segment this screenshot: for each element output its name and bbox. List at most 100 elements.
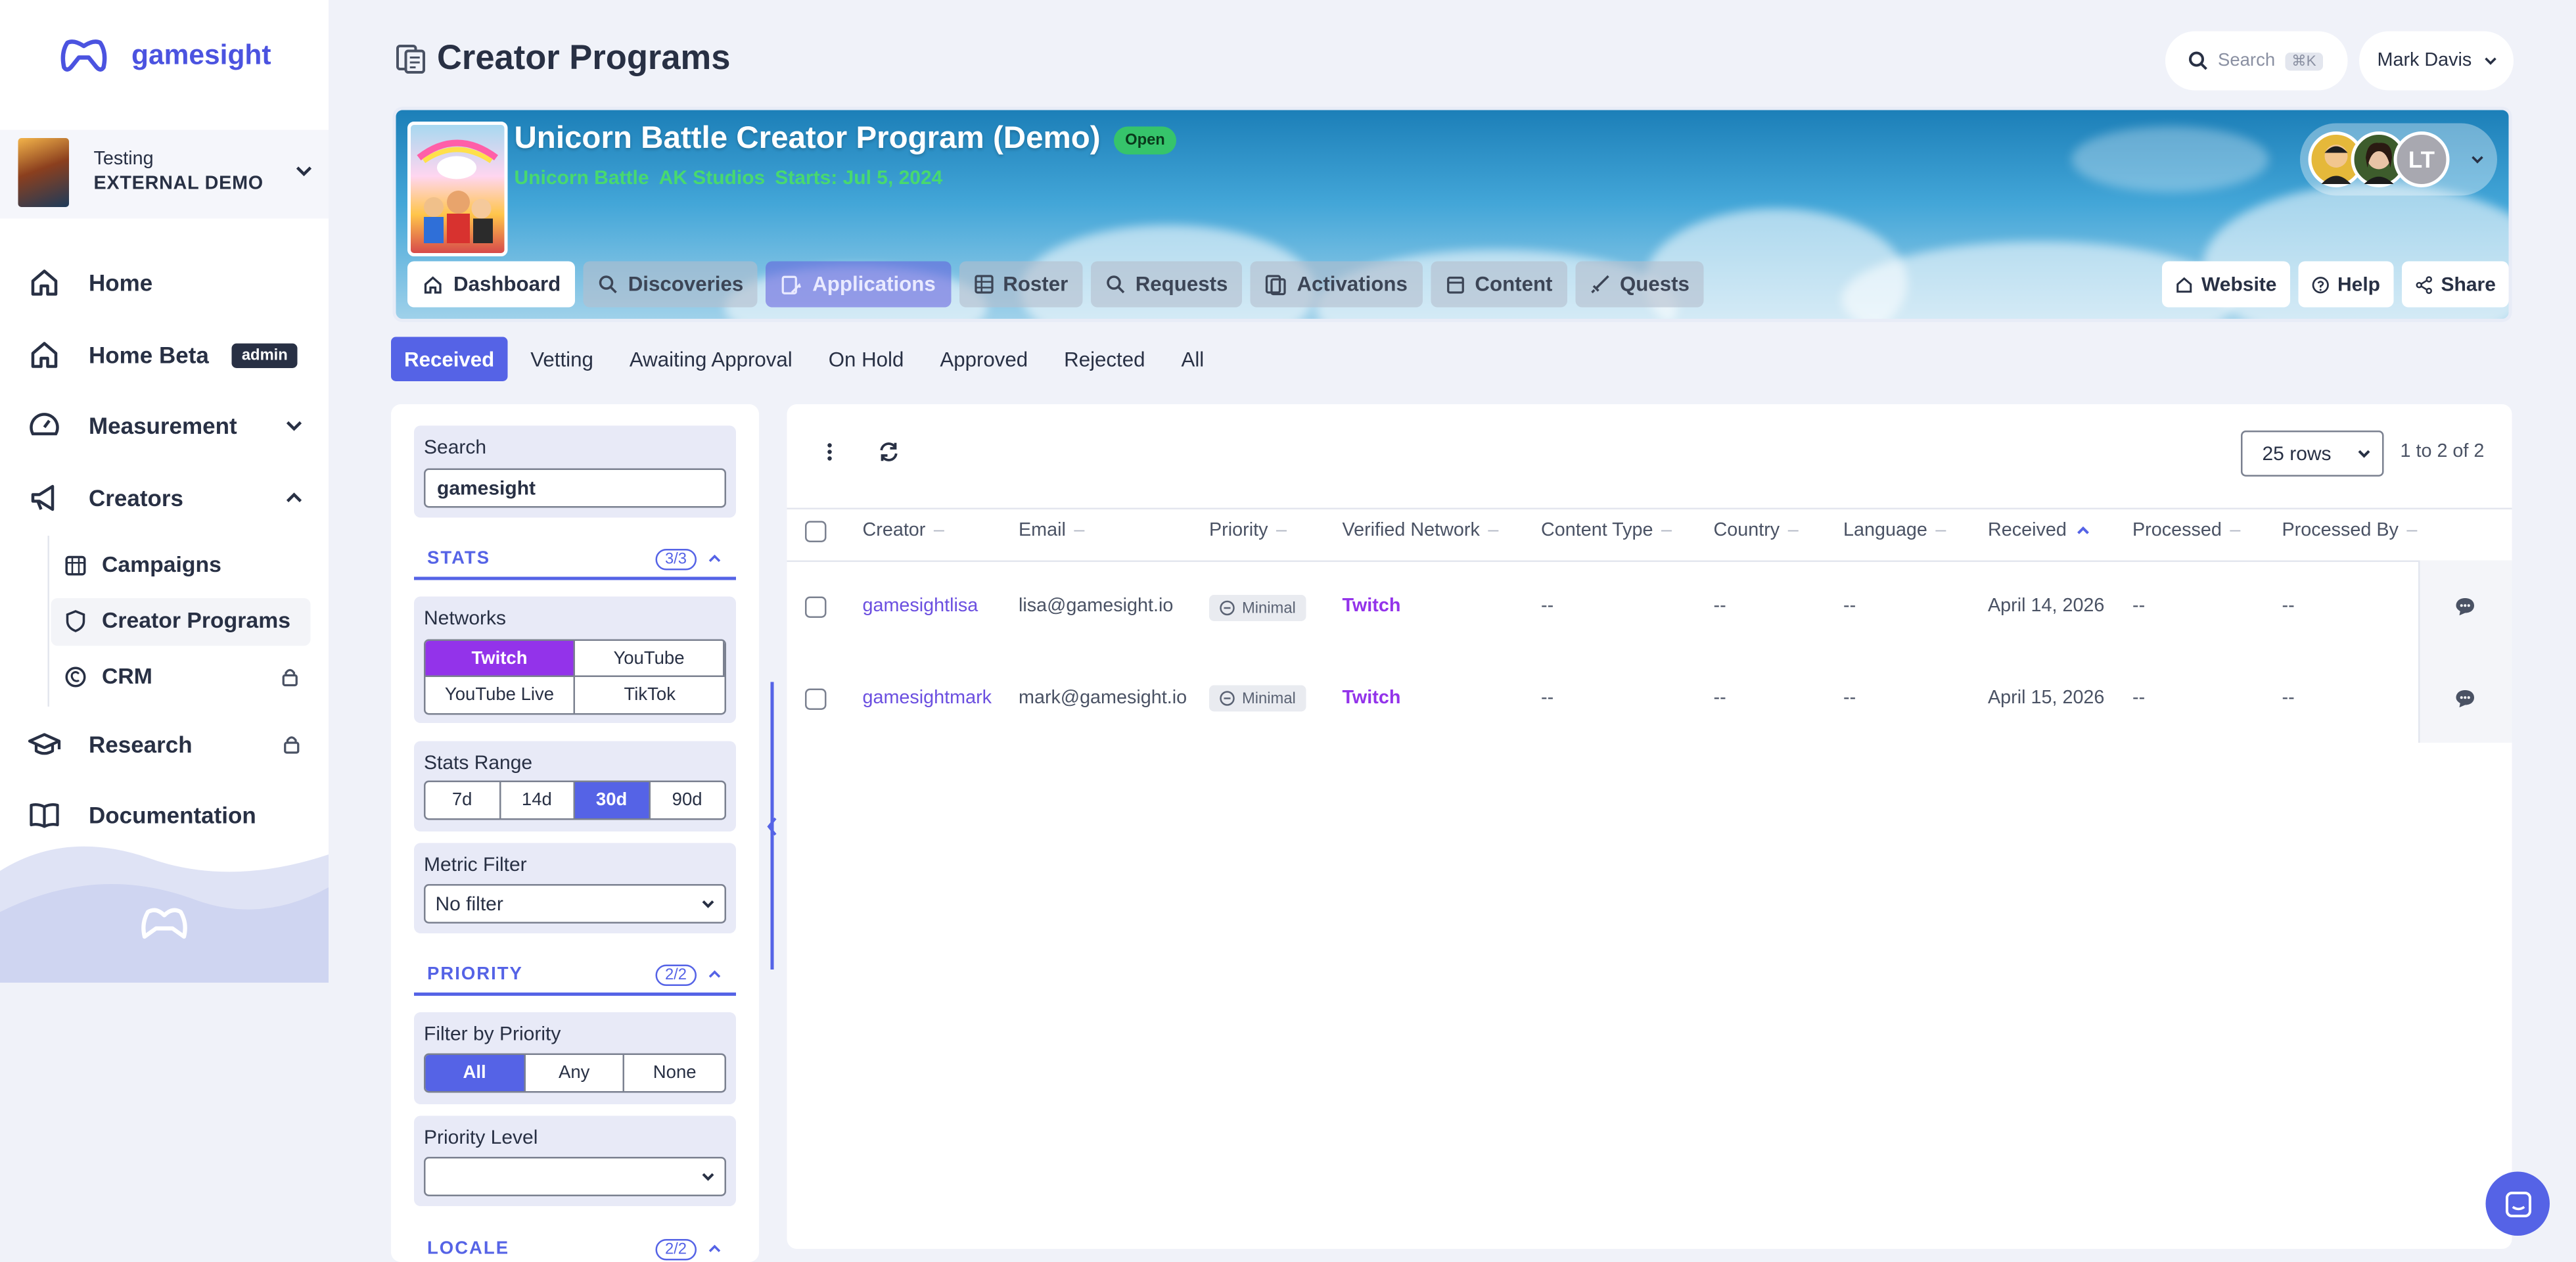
- search-filter-input[interactable]: gamesight: [424, 468, 726, 508]
- network-cell[interactable]: Twitch: [1343, 597, 1401, 617]
- status-tab-all[interactable]: All: [1168, 337, 1218, 382]
- network-cell[interactable]: Twitch: [1343, 689, 1401, 709]
- priority-badge[interactable]: Minimal: [1209, 685, 1306, 712]
- network-youtube-live[interactable]: YouTube Live: [426, 677, 575, 713]
- tab-activations[interactable]: Activations: [1251, 261, 1423, 308]
- priority-badge[interactable]: Minimal: [1209, 595, 1306, 621]
- column-processed[interactable]: Processed –: [2132, 521, 2240, 541]
- column-received[interactable]: Received: [1988, 521, 2091, 541]
- more-vertical-icon[interactable]: [825, 440, 835, 463]
- chevron-down-icon[interactable]: [294, 163, 314, 179]
- nav-research-label: Research: [89, 731, 193, 758]
- status-tab-vetting[interactable]: Vetting: [517, 337, 607, 382]
- nav-creator-programs[interactable]: Creator Programs: [64, 608, 290, 633]
- chevron-up-icon: [708, 1244, 721, 1252]
- metric-filter-select[interactable]: No filter: [424, 884, 726, 923]
- tab-dashboard[interactable]: Dashboard: [407, 261, 576, 308]
- refresh-icon[interactable]: [877, 440, 900, 463]
- brand-logo[interactable]: gamesight: [59, 36, 271, 76]
- creator-link[interactable]: gamesightmark: [863, 689, 992, 709]
- stats-section-header[interactable]: STATS 3/3: [414, 541, 736, 580]
- nav-measurement[interactable]: Measurement: [28, 409, 304, 442]
- support-chat-button[interactable]: [2485, 1171, 2550, 1236]
- status-tab-awaiting-approval[interactable]: Awaiting Approval: [616, 337, 806, 382]
- column-priority[interactable]: Priority –: [1209, 521, 1287, 541]
- comment-icon[interactable]: [2454, 597, 2476, 617]
- status-badge: Open: [1113, 126, 1177, 154]
- nav-crm[interactable]: CRM: [64, 664, 300, 689]
- column-processed-by[interactable]: Processed By –: [2282, 521, 2418, 541]
- share-button[interactable]: Share: [2401, 261, 2509, 308]
- comment-icon[interactable]: [2454, 689, 2476, 709]
- user-name: Mark Davis: [2377, 51, 2472, 71]
- nav-documentation[interactable]: Documentation: [28, 799, 256, 831]
- website-button[interactable]: Website: [2162, 261, 2290, 308]
- row-checkbox[interactable]: [805, 688, 827, 710]
- help-button[interactable]: Help: [2297, 261, 2394, 308]
- column-content-type[interactable]: Content Type –: [1541, 521, 1672, 541]
- tab-applications[interactable]: Applications: [766, 261, 951, 308]
- column-country[interactable]: Country –: [1714, 521, 1799, 541]
- chevron-down-icon: [2472, 156, 2483, 164]
- priority-all[interactable]: All: [425, 1055, 526, 1091]
- tab-quests[interactable]: Quests: [1575, 261, 1705, 308]
- stats-section-title: STATS: [427, 549, 491, 569]
- tab-requests[interactable]: Requests: [1091, 261, 1243, 308]
- column-creator[interactable]: Creator –: [863, 521, 944, 541]
- pagination-info: 1 to 2 of 2: [2400, 442, 2485, 462]
- unicorn-battle-art: [417, 139, 498, 243]
- priority-count: 2/2: [655, 964, 697, 985]
- team-avatars[interactable]: LT: [2300, 123, 2497, 196]
- range-90d[interactable]: 90d: [650, 782, 725, 818]
- rows-per-page-select[interactable]: 25 rows: [2241, 431, 2384, 477]
- nav-campaigns[interactable]: Campaigns: [64, 552, 221, 577]
- priority-none[interactable]: None: [625, 1055, 725, 1091]
- row-checkbox[interactable]: [805, 596, 827, 618]
- user-menu[interactable]: Mark Davis: [2359, 31, 2514, 91]
- column-verified-network[interactable]: Verified Network –: [1343, 521, 1499, 541]
- nav-home[interactable]: Home: [28, 266, 152, 299]
- tab-content[interactable]: Content: [1430, 261, 1567, 308]
- creator-link[interactable]: gamesightlisa: [863, 597, 978, 617]
- priority-label: Minimal: [1242, 599, 1296, 617]
- priority-level-select[interactable]: [424, 1157, 726, 1196]
- network-tiktok[interactable]: TikTok: [575, 677, 725, 713]
- nav-creator-programs-label: Creator Programs: [102, 608, 290, 633]
- status-tab-approved[interactable]: Approved: [927, 337, 1041, 382]
- status-tab-on-hold[interactable]: On Hold: [816, 337, 917, 382]
- chevron-down-icon: [286, 421, 302, 431]
- country-cell: --: [1713, 596, 1726, 617]
- tab-discoveries[interactable]: Discoveries: [584, 261, 758, 308]
- status-tab-received[interactable]: Received: [391, 337, 508, 381]
- search-shortcut: ⌘K: [2285, 51, 2323, 70]
- tab-applications-label: Applications: [812, 273, 936, 296]
- network-youtube[interactable]: YouTube: [575, 641, 725, 677]
- status-tab-rejected[interactable]: Rejected: [1051, 337, 1158, 382]
- tab-roster[interactable]: Roster: [958, 261, 1083, 308]
- priority-any[interactable]: Any: [525, 1055, 625, 1091]
- priority-section-header[interactable]: PRIORITY 2/2: [414, 956, 736, 996]
- locale-section-header[interactable]: LOCALE 2/2: [414, 1229, 736, 1262]
- chevron-down-icon: [2484, 57, 2496, 65]
- nav-documentation-label: Documentation: [89, 802, 256, 828]
- range-7d[interactable]: 7d: [426, 782, 501, 818]
- processed-cell: --: [2132, 688, 2146, 709]
- home-icon: [424, 275, 442, 293]
- column-email[interactable]: Email –: [1019, 521, 1084, 541]
- locale-count: 2/2: [655, 1238, 697, 1260]
- global-search[interactable]: Search ⌘K: [2165, 31, 2348, 91]
- network-twitch[interactable]: Twitch: [425, 641, 575, 677]
- email-cell: lisa@gamesight.io: [1019, 596, 1174, 617]
- tab-discoveries-label: Discoveries: [628, 273, 744, 296]
- nav-campaigns-label: Campaigns: [102, 552, 221, 577]
- org-name: Testing: [93, 149, 154, 170]
- column-language[interactable]: Language –: [1843, 521, 1946, 541]
- nav-research[interactable]: Research: [28, 728, 301, 761]
- country-cell: --: [1713, 688, 1726, 709]
- chevron-left-icon[interactable]: [764, 815, 781, 838]
- nav-creators[interactable]: Creators: [28, 482, 304, 515]
- select-all-checkbox[interactable]: [805, 521, 827, 542]
- range-30d[interactable]: 30d: [575, 782, 650, 818]
- range-14d[interactable]: 14d: [500, 782, 575, 818]
- nav-home-beta[interactable]: Home Beta admin: [28, 339, 298, 371]
